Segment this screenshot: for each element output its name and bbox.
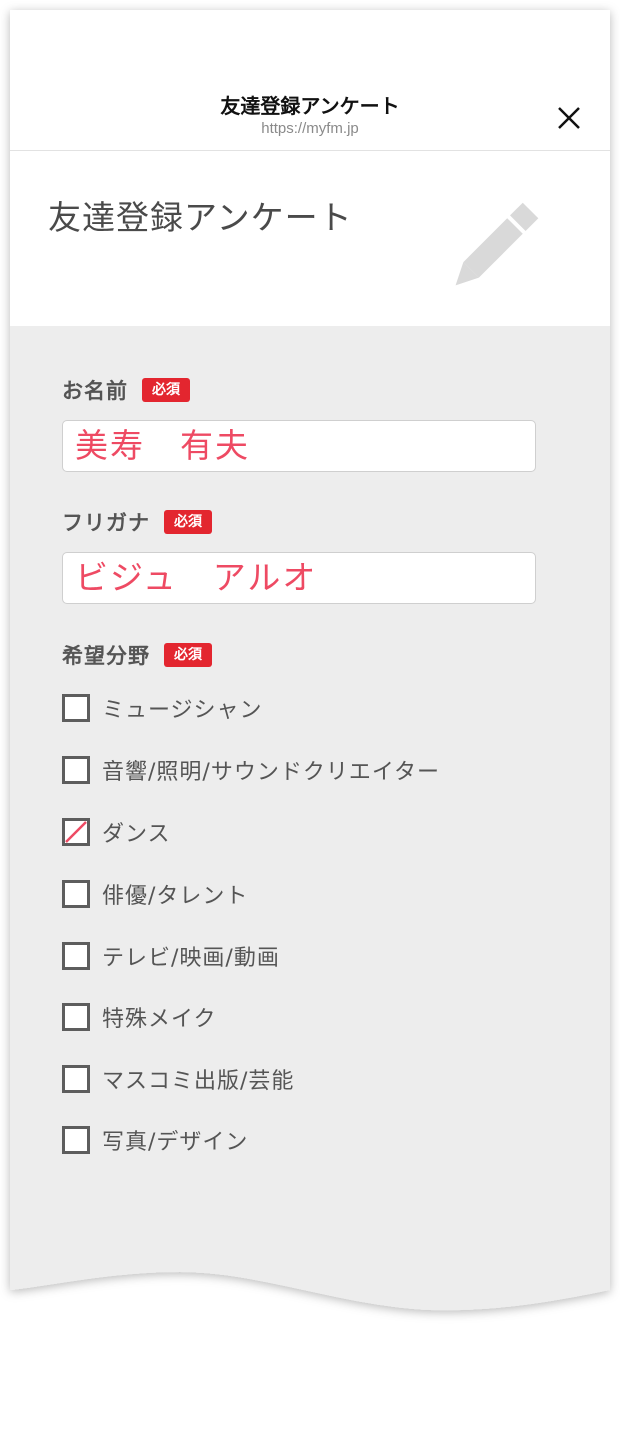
checkbox-label: マスコミ出版/芸能 <box>102 1069 295 1094</box>
checkbox-option[interactable]: ダンス <box>62 816 171 848</box>
check-mark-icon <box>65 821 87 843</box>
close-icon[interactable] <box>554 103 584 133</box>
checkbox-checked[interactable] <box>62 818 90 846</box>
header-title: 友達登録アンケート <box>220 94 400 118</box>
checkbox[interactable] <box>62 1003 90 1031</box>
checkbox-label: 俳優/タレント <box>102 884 249 909</box>
checkbox[interactable] <box>62 694 90 722</box>
interest-label: 希望分野 <box>62 644 150 668</box>
pencil-icon <box>455 202 539 286</box>
checkbox-label: 特殊メイク <box>102 1007 217 1032</box>
interest-label-row: 希望分野 必須 <box>62 640 212 670</box>
survey-banner: 友達登録アンケート <box>10 151 610 326</box>
checkbox-option[interactable]: 音響/照明/サウンドクリエイター <box>62 754 440 786</box>
checkbox-label: 写真/デザイン <box>102 1130 249 1155</box>
header-url: https://myfm.jp <box>261 120 359 137</box>
checkbox[interactable] <box>62 880 90 908</box>
required-badge: 必須 <box>164 643 212 667</box>
checkbox-option[interactable]: 写真/デザイン <box>62 1124 248 1156</box>
checkbox-option[interactable]: マスコミ出版/芸能 <box>62 1063 294 1095</box>
checkbox[interactable] <box>62 942 90 970</box>
checkbox-option[interactable]: 特殊メイク <box>62 1001 217 1033</box>
checkbox-label: 音響/照明/サウンドクリエイター <box>102 760 440 785</box>
checkbox-label: ミュージシャン <box>102 698 263 723</box>
checkbox-label: テレビ/映画/動画 <box>102 946 280 971</box>
name-label-row: お名前 必須 <box>62 375 190 405</box>
checkbox-option[interactable]: ミュージシャン <box>62 692 263 724</box>
required-badge: 必須 <box>142 378 190 402</box>
furigana-label: フリガナ <box>62 511 150 535</box>
app-header: 友達登録アンケート https://myfm.jp <box>10 10 610 151</box>
page-title: 友達登録アンケート <box>48 198 353 237</box>
name-input[interactable]: 美寿 有夫 <box>62 420 536 472</box>
furigana-input[interactable]: ビジュ アルオ <box>62 552 536 604</box>
checkbox-option[interactable]: テレビ/映画/動画 <box>62 940 280 972</box>
checkbox-label: ダンス <box>102 822 171 847</box>
checkbox[interactable] <box>62 1126 90 1154</box>
furigana-label-row: フリガナ 必須 <box>62 507 212 537</box>
checkbox[interactable] <box>62 756 90 784</box>
checkbox[interactable] <box>62 1065 90 1093</box>
name-label: お名前 <box>62 379 128 403</box>
required-badge: 必須 <box>164 510 212 534</box>
checkbox-option[interactable]: 俳優/タレント <box>62 878 248 910</box>
